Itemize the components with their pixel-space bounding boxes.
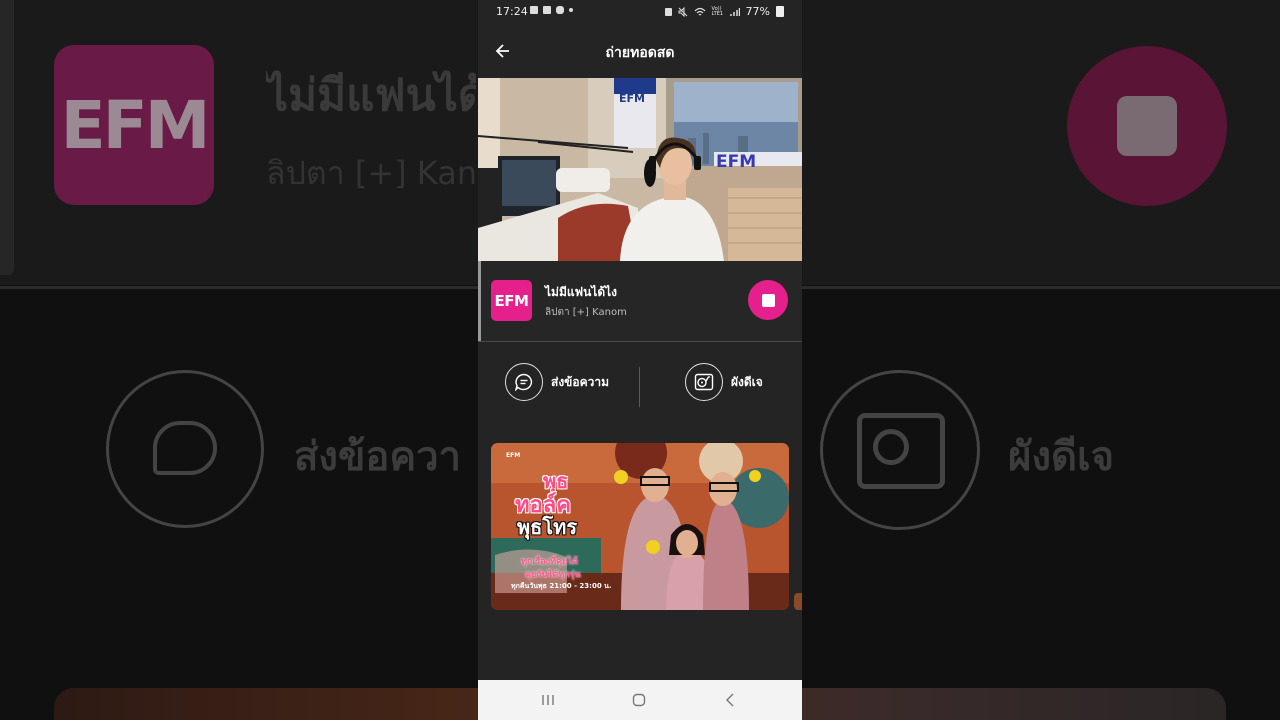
bg-artist: ลิปตา [+] Kan bbox=[266, 154, 478, 192]
bg-song-title: ไม่มีแฟนได้ไ bbox=[266, 70, 476, 121]
home-button[interactable] bbox=[624, 690, 654, 710]
alarm-icon bbox=[664, 7, 672, 16]
song-title: ไม่มีแฟนได้ไง bbox=[545, 285, 618, 299]
window-logo: EFM bbox=[716, 152, 757, 172]
send-message-label: ส่งข้อความ bbox=[551, 374, 610, 389]
banner-tagline-2: คุยกันได้ทุกรุ่น bbox=[525, 570, 581, 580]
banner-tagline-1: ทุกเรื่องที่คุยได้ bbox=[521, 557, 578, 567]
signal-icon bbox=[729, 7, 740, 16]
player-accent-bar bbox=[478, 261, 481, 341]
mute-icon bbox=[678, 6, 687, 17]
nav-back-button[interactable] bbox=[715, 690, 745, 710]
action-separator bbox=[639, 367, 640, 407]
dj-schedule-label: ผังดีเจ bbox=[731, 374, 763, 389]
banner-airtime: ทุกคืนวันพุธ 21:00 - 23:00 น. bbox=[511, 582, 612, 590]
now-playing: EFM ไม่มีแฟนได้ไง ลิปตา [+] Kanom bbox=[478, 261, 802, 341]
recent-apps-button[interactable] bbox=[533, 690, 563, 710]
bg-send-label: ส่งข้อควา bbox=[294, 434, 461, 480]
artist-name: ลิปตา [+] Kanom bbox=[545, 307, 627, 318]
action-row: ส่งข้อความ ผังดีเจ bbox=[478, 342, 802, 424]
bg-turntable-ring bbox=[873, 429, 909, 465]
more-notifications-icon bbox=[569, 8, 573, 12]
status-time: 17:24 bbox=[496, 5, 528, 18]
phone-screen: 17:24 Vo)) LTE1 77% ถ่ายทอดสด EFM EFM EF… bbox=[478, 0, 802, 720]
check-notification-icon bbox=[543, 6, 551, 14]
stop-button[interactable] bbox=[748, 280, 788, 320]
hand-notification-icon bbox=[556, 6, 564, 14]
bg-stop-button bbox=[1067, 46, 1227, 206]
send-message-button[interactable]: ส่งข้อความ bbox=[505, 362, 609, 402]
app-header: ถ่ายทอดสด bbox=[478, 34, 802, 68]
turntable-icon bbox=[694, 373, 714, 391]
wifi-icon bbox=[694, 7, 705, 15]
battery-icon bbox=[776, 6, 784, 17]
video-notification-icon bbox=[530, 6, 538, 14]
stop-icon bbox=[761, 293, 775, 307]
home-icon bbox=[632, 693, 646, 707]
live-video[interactable]: EFM EFM bbox=[478, 78, 802, 261]
nav-back-icon bbox=[726, 693, 734, 707]
promo-banner[interactable]: EFM พุธ ทอล์ค พุธโทร ทุกเรื่องที่คุยได้ … bbox=[491, 443, 789, 610]
bg-dj-label: ผังดีเจ bbox=[1008, 434, 1115, 480]
message-icon-circle bbox=[505, 363, 543, 401]
station-logo: EFM bbox=[491, 280, 532, 321]
notification-icons bbox=[530, 6, 573, 14]
bg-stop-icon bbox=[1117, 96, 1177, 156]
bg-edge bbox=[0, 0, 14, 275]
banner-brand: EFM bbox=[506, 452, 521, 459]
bg-chat-bubble-icon bbox=[153, 421, 217, 475]
dj-icon-circle bbox=[685, 363, 723, 401]
recent-apps-icon bbox=[542, 695, 554, 705]
page-title: ถ่ายทอดสด bbox=[605, 45, 675, 61]
next-banner-peek[interactable] bbox=[794, 593, 802, 610]
navigation-bar bbox=[478, 680, 802, 720]
dj-schedule-button[interactable]: ผังดีเจ bbox=[685, 362, 763, 402]
bg-efm-logo: EFM bbox=[54, 45, 214, 205]
battery-percent: 77% bbox=[745, 5, 770, 18]
chat-bubble-icon bbox=[514, 373, 533, 391]
network-type: Vo)) LTE1 bbox=[711, 5, 724, 17]
bg-dj-circle bbox=[820, 370, 980, 530]
banner-title-3: พุธโทร bbox=[517, 515, 578, 539]
status-right: Vo)) LTE1 77% bbox=[664, 5, 784, 18]
studio-logo: EFM bbox=[619, 92, 645, 105]
bg-message-circle bbox=[106, 370, 264, 528]
status-bar: 17:24 Vo)) LTE1 77% bbox=[478, 0, 802, 24]
